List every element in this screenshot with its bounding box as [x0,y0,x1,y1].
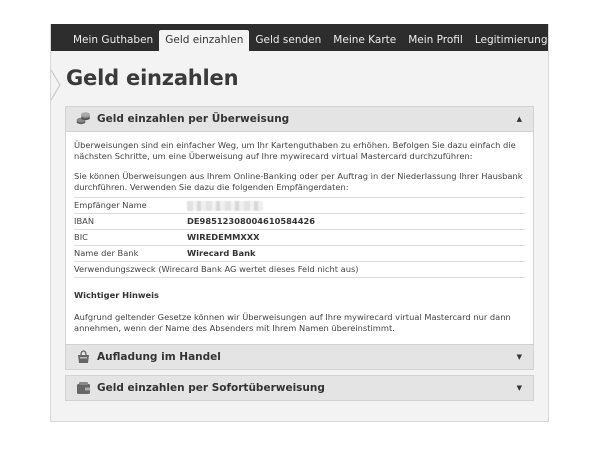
deposit-accordion: Geld einzahlen per Überweisung ▲ Überwei… [65,106,534,401]
purpose-label: Verwendungszweck (Wirecard Bank AG werte… [74,261,525,278]
table-row: Verwendungszweck (Wirecard Bank AG werte… [74,261,525,278]
recipient-name-value [187,197,525,214]
accordion-body-transfer: Überweisungen sind ein einfacher Weg, um… [65,132,534,344]
nav-tab-geld-senden[interactable]: Geld senden [249,30,327,51]
page-marker-chevron-icon [50,69,61,101]
bic-value: WIREDEMMXXX [187,229,525,246]
recipient-data-table: Empfänger Name IBAN DE985123080046105844… [74,197,525,278]
recipient-name-label: Empfänger Name [74,197,187,214]
accordion-header-transfer[interactable]: Geld einzahlen per Überweisung ▲ [65,106,534,132]
transfer-instructions-text: Sie können Überweisungen aus Ihrem Onlin… [74,171,523,192]
accordion-title-transfer: Geld einzahlen per Überweisung [97,113,290,125]
wallet-icon [77,382,90,394]
hint-title: Wichtiger Hinweis [74,290,159,300]
hint-text: Aufgrund geltender Gesetze können wir Üb… [74,312,511,333]
expand-arrow-icon[interactable]: ▼ [517,384,522,392]
content-frame: Mein Guthaben Geld einzahlen Geld senden… [50,24,549,422]
table-row: Name der Bank Wirecard Bank [74,245,525,262]
iban-value: DE98512308004610584426 [187,213,525,230]
table-row: BIC WIREDEMMXXX [74,229,525,246]
nav-tab-mein-guthaben[interactable]: Mein Guthaben [67,30,159,51]
transfer-intro-text: Überweisungen sind ein einfacher Weg, um… [74,140,516,161]
nav-tab-geld-einzahlen[interactable]: Geld einzahlen [159,30,250,51]
nav-tab-meine-karte[interactable]: Meine Karte [327,30,402,51]
redacted-name-blur [187,200,263,211]
page-title: Geld einzahlen [66,66,239,90]
table-row: Empfänger Name [74,197,525,214]
shopping-bag-icon [78,350,89,363]
iban-label: IBAN [74,213,187,230]
expand-arrow-icon[interactable]: ▼ [517,353,522,361]
accordion-header-retail[interactable]: Aufladung im Handel ▼ [65,344,534,370]
table-row: IBAN DE98512308004610584426 [74,213,525,230]
bic-label: BIC [74,229,187,246]
bank-name-label: Name der Bank [74,245,187,262]
collapse-arrow-icon[interactable]: ▲ [517,115,522,123]
accordion-title-retail: Aufladung im Handel [97,351,221,363]
bank-name-value: Wirecard Bank [187,245,525,262]
coins-icon [76,112,90,125]
accordion-header-instant[interactable]: Geld einzahlen per Sofortüberweisung ▼ [65,375,534,401]
nav-tab-legitimierung[interactable]: Legitimierung [469,30,554,51]
accordion-title-instant: Geld einzahlen per Sofortüberweisung [97,382,325,394]
top-navigation: Mein Guthaben Geld einzahlen Geld senden… [51,24,548,51]
nav-tab-mein-profil[interactable]: Mein Profil [402,30,469,51]
